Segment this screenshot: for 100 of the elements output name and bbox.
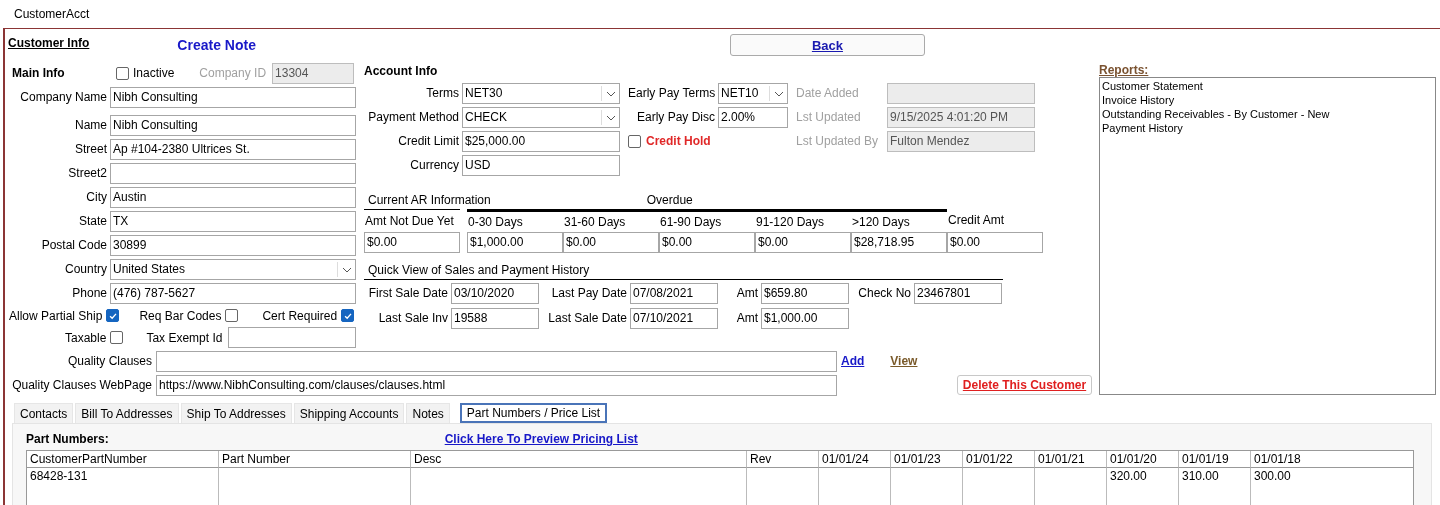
table-cell-text: 300.00: [1253, 468, 1292, 484]
column-header: 01/01/24: [819, 451, 891, 468]
text-field[interactable]: $0.00: [947, 231, 1043, 253]
field-label: Street2: [67, 166, 108, 180]
text-field[interactable]: [110, 162, 356, 184]
section-title: Current AR Information: [368, 193, 491, 207]
tab[interactable]: Contacts: [14, 403, 74, 423]
checkbox[interactable]: [106, 309, 120, 322]
text-field[interactable]: https://www.NibhConsulting.com/clauses/clauses.html: [156, 374, 837, 396]
text-field[interactable]: $1,000.00: [467, 231, 563, 253]
column-header: Desc: [411, 451, 747, 468]
text-field[interactable]: $0.00: [659, 231, 755, 253]
text-field[interactable]: $0.00: [563, 231, 659, 253]
column-header: 01/01/21: [1035, 451, 1107, 468]
chevron-down-icon: [342, 266, 352, 273]
text-field[interactable]: 07/08/2021: [630, 282, 718, 304]
checkbox-label: Taxable: [65, 330, 107, 345]
list-item[interactable]: Invoice History: [1102, 93, 1433, 107]
text-field[interactable]: [156, 350, 837, 372]
section-title: Account Info: [364, 64, 438, 78]
text-field[interactable]: 03/10/2020: [451, 282, 539, 304]
text-field[interactable]: Nibh Consulting: [110, 114, 356, 136]
chevron-down-icon: [606, 90, 616, 97]
add-link[interactable]: Add: [841, 354, 865, 368]
field-label: Currency: [409, 158, 460, 172]
list-item[interactable]: Outstanding Receivables - By Customer - New: [1102, 107, 1433, 121]
column-header: 01/01/20: [1107, 451, 1179, 468]
checkbox-label: Cert Required: [262, 308, 338, 323]
field-label: Last Pay Date: [550, 286, 628, 300]
tab[interactable]: Notes: [406, 403, 450, 423]
field-label: Payment Method: [367, 110, 460, 124]
text-field[interactable]: 23467801: [914, 282, 1002, 304]
dropdown-field[interactable]: NET10: [718, 82, 788, 104]
section-title: Main Info: [11, 66, 66, 80]
field-label: Country: [63, 262, 108, 276]
delete-customer-button[interactable]: Delete This Customer: [957, 375, 1092, 395]
field-label: Company Name: [19, 90, 108, 104]
column-header: CustomerPartNumber: [27, 451, 219, 468]
text-field[interactable]: Nibh Consulting: [110, 86, 356, 108]
dropdown-field[interactable]: NET30: [462, 82, 620, 104]
preview-pricing-link[interactable]: Click Here To Preview Pricing List: [444, 432, 638, 446]
column-label: Credit Amt: [947, 213, 1004, 227]
field-label: State: [77, 214, 108, 228]
checkbox-label: Req Bar Codes: [139, 308, 222, 323]
field-label: Terms: [425, 86, 460, 100]
chevron-down-icon: [774, 90, 784, 97]
text-field[interactable]: 07/10/2021: [630, 307, 718, 329]
text-field[interactable]: TX: [110, 210, 356, 232]
dropdown-field[interactable]: United States: [110, 258, 356, 280]
field-label: Credit Limit: [397, 134, 460, 148]
checkbox-label: Credit Hold: [646, 134, 711, 148]
text-field[interactable]: Ap #104-2380 Ultrices St.: [110, 138, 356, 160]
section-title: Overdue: [646, 193, 693, 207]
list-item[interactable]: Payment History: [1102, 121, 1433, 135]
checkbox-label: Inactive: [133, 66, 175, 80]
field-label: Check No: [857, 286, 912, 300]
column-header: 01/01/18: [1251, 451, 1413, 468]
back-button[interactable]: Back: [729, 34, 925, 56]
create-note-link[interactable]: Create Note: [177, 37, 256, 53]
text-field[interactable]: 2.00%: [718, 106, 788, 128]
text-field[interactable]: [228, 327, 357, 348]
customer-info-link[interactable]: Customer Info: [8, 36, 90, 50]
checkbox[interactable]: [225, 309, 239, 322]
table-cell: 68428-131: [27, 468, 219, 484]
field-label: Postal Code: [40, 238, 108, 252]
text-field[interactable]: (476) 787-5627: [110, 282, 356, 304]
table-cell: 310.00: [1179, 468, 1251, 484]
tab[interactable]: Bill To Addresses: [75, 403, 179, 423]
field-label: City: [85, 190, 108, 204]
column-label: 31-60 Days: [563, 214, 626, 229]
text-field[interactable]: USD: [462, 154, 620, 176]
text-field[interactable]: $28,718.95: [851, 231, 947, 253]
field-label: Name: [74, 118, 108, 132]
text-field[interactable]: 30899: [110, 234, 356, 256]
field-label: Company ID: [199, 66, 267, 80]
tab[interactable]: Ship To Addresses: [180, 403, 292, 423]
chevron-down-icon: [606, 114, 616, 121]
text-field[interactable]: $0.00: [364, 231, 460, 253]
text-field[interactable]: $0.00: [755, 231, 851, 253]
text-field[interactable]: $25,000.00: [462, 130, 620, 152]
field-label: Amt: [735, 311, 759, 325]
checkbox[interactable]: [341, 309, 355, 322]
tab[interactable]: Part Numbers / Price List: [459, 403, 608, 423]
view-link[interactable]: View: [890, 354, 918, 368]
text-field[interactable]: Austin: [110, 186, 356, 208]
list-item[interactable]: Customer Statement: [1102, 79, 1433, 93]
text-field[interactable]: $659.80: [761, 282, 849, 304]
field-label: Lst Updated By: [796, 134, 880, 148]
text-field[interactable]: $1,000.00: [761, 307, 849, 329]
checkbox[interactable]: [628, 134, 641, 148]
column-label: Amt Not Due Yet: [364, 213, 454, 228]
field-label: Last Sale Date: [547, 311, 628, 325]
checkbox[interactable]: [110, 331, 124, 344]
dropdown-field[interactable]: CHECK: [462, 106, 620, 128]
column-header: Rev: [747, 451, 819, 468]
tab[interactable]: Shipping Accounts: [293, 403, 405, 423]
checkbox[interactable]: [116, 66, 129, 80]
field-label: Early Pay Disc: [635, 110, 716, 124]
text-field[interactable]: 19588: [451, 307, 539, 329]
field-label: Last Sale Inv: [377, 311, 449, 325]
